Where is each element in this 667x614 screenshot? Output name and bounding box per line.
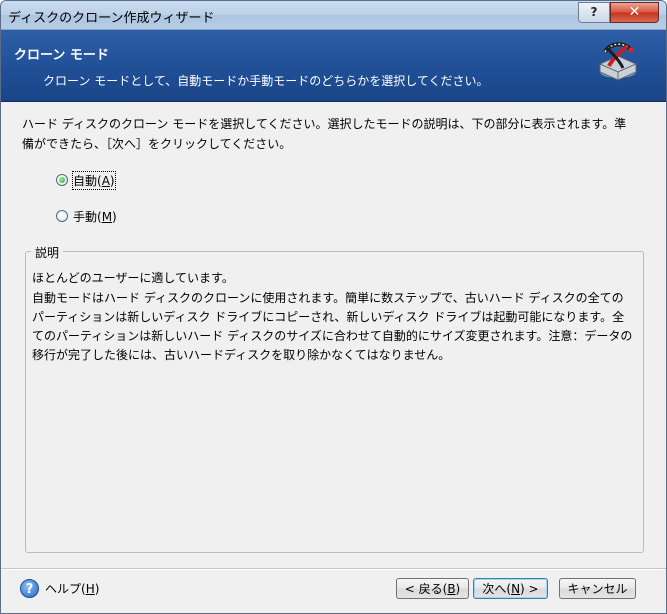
help-link[interactable]: ? ヘルプ(H) [20, 579, 99, 598]
disk-clone-icon [599, 42, 637, 81]
header-description: クローン モードとして、自動モードか手動モードのどちらかを選択してください。 [43, 74, 489, 88]
wizard-window: ディスクのクローン作成ウィザード ? ✕ クローン モード クローン モードとし… [0, 0, 667, 614]
radio-auto-indicator[interactable] [56, 174, 68, 186]
description-legend: 説明 [31, 244, 64, 261]
wizard-header: クローン モード クローン モードとして、自動モードか手動モードのどちらかを選択… [1, 30, 666, 102]
instructions-line-1: ハード ディスクのクローン モードを選択してください。選択したモードの説明は、下… [22, 117, 627, 131]
title-bar[interactable]: ディスクのクローン作成ウィザード ? ✕ [1, 1, 666, 30]
description-line: パーティションは新しいディスク ドライブにコピーされ、新しいディスク ドライブは… [32, 310, 625, 324]
next-button[interactable]: 次へ(N) > [473, 578, 548, 599]
window-title: ディスクのクローン作成ウィザード [8, 11, 215, 26]
description-line: 移行が完了した後には、古いハードディスクを取り除かなくてはなりません。 [32, 348, 451, 362]
close-button[interactable]: ✕ [610, 2, 659, 23]
radio-manual-label[interactable]: 手動(M) [73, 208, 117, 225]
header-title: クローン モード [14, 48, 109, 63]
instructions: ハード ディスクのクローン モードを選択してください。選択したモードの説明は、下… [22, 114, 642, 154]
instructions-line-2: 備ができたら、［次へ］をクリックしてください。 [22, 137, 292, 151]
cancel-button[interactable]: キャンセル [559, 578, 636, 599]
description-line: 自動モードはハード ディスクのクローンに使用されます。簡単に数ステップで、古いハ… [32, 291, 624, 305]
radio-manual[interactable]: 手動(M) [56, 207, 117, 225]
description-line: てのパーティションは新しいハード ディスクのサイズに合わせて自動的にサイズ変更さ… [32, 329, 633, 343]
radio-manual-indicator[interactable] [56, 210, 68, 222]
radio-auto[interactable]: 自動(A) [56, 170, 116, 190]
footer-separator [1, 568, 666, 570]
help-icon[interactable]: ? [20, 579, 39, 598]
radio-auto-label[interactable]: 自動(A) [72, 170, 116, 190]
back-button[interactable]: < 戻る(B) [396, 578, 469, 599]
help-label[interactable]: ヘルプ(H) [45, 580, 99, 597]
title-help-button[interactable]: ? [578, 2, 610, 23]
description-line: ほとんどのユーザーに適しています。 [32, 271, 234, 285]
